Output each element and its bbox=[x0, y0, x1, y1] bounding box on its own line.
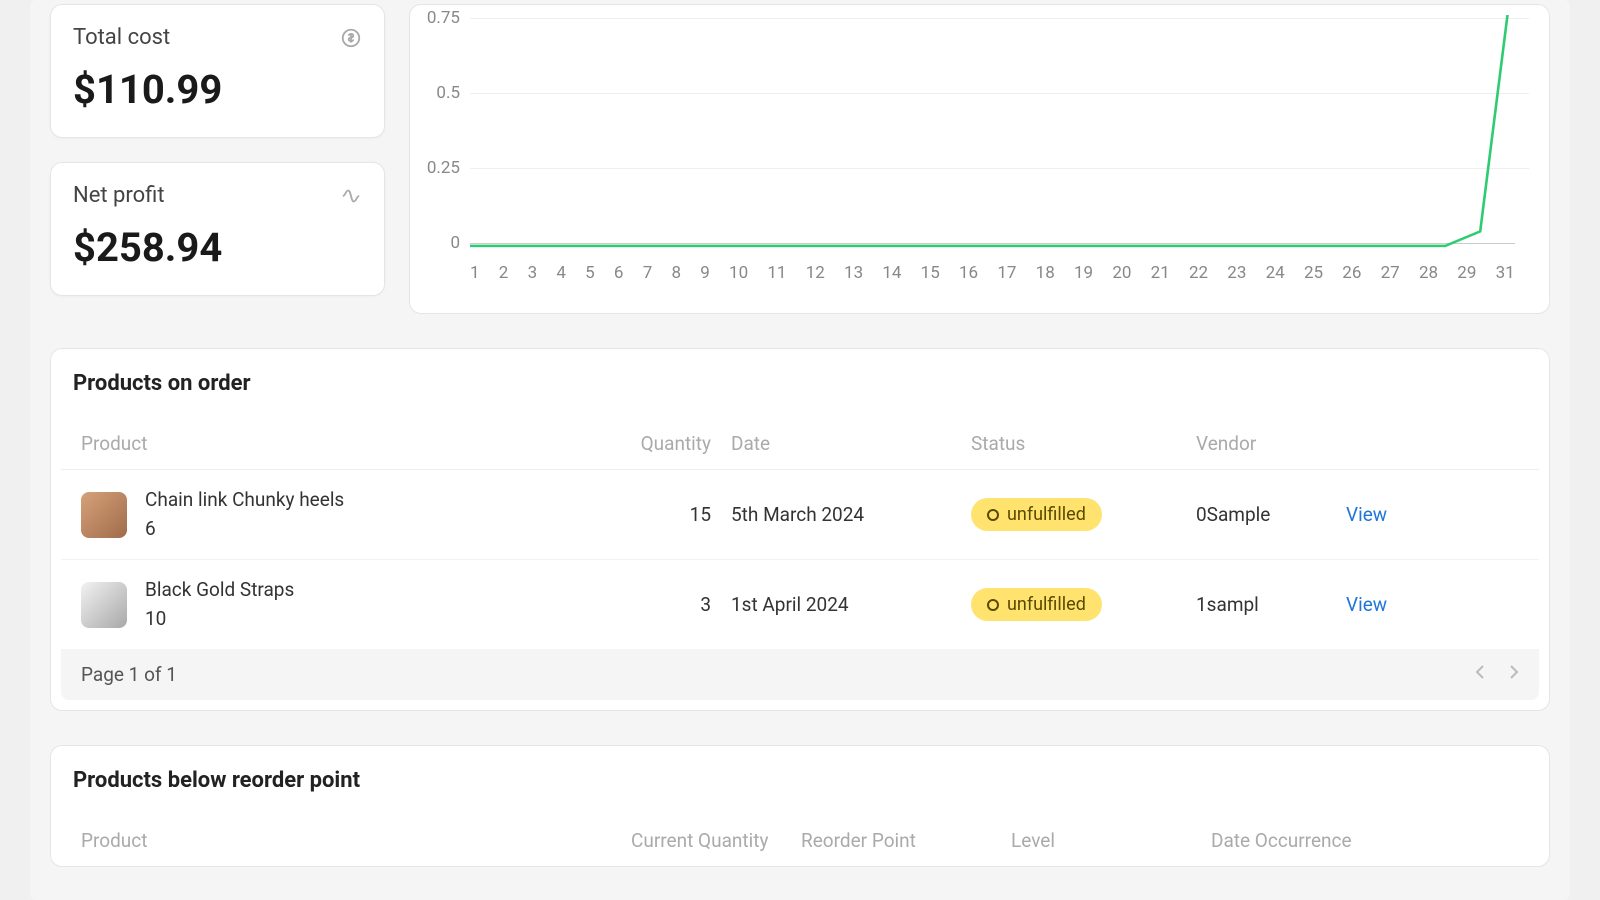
next-page-button[interactable] bbox=[1509, 664, 1519, 685]
table-header: Product Current Quantity Reorder Point L… bbox=[61, 815, 1539, 866]
chart-xtick: 27 bbox=[1381, 263, 1400, 283]
product-name: Chain link Chunky heels bbox=[145, 486, 344, 515]
products-below-reorder-table: Product Current Quantity Reorder Point L… bbox=[61, 815, 1539, 866]
col-product-header: Product bbox=[81, 432, 631, 455]
chart-xtick: 19 bbox=[1074, 263, 1093, 283]
products-below-reorder-panel: Products below reorder point Product Cur… bbox=[50, 745, 1550, 867]
col-action-header bbox=[1346, 432, 1426, 455]
page-indicator: Page 1 of 1 bbox=[81, 663, 177, 686]
status-badge: unfulfilled bbox=[971, 498, 1102, 531]
chart-xtick: 25 bbox=[1304, 263, 1323, 283]
chart-ytick: 0.25 bbox=[420, 158, 460, 178]
net-profit-value: $258.94 bbox=[73, 224, 362, 271]
status-text: unfulfilled bbox=[1007, 504, 1086, 525]
view-link[interactable]: View bbox=[1346, 593, 1387, 616]
status-dot-icon bbox=[987, 599, 999, 611]
table-footer: Page 1 of 1 bbox=[61, 649, 1539, 700]
col-product-header: Product bbox=[81, 829, 631, 852]
status-badge: unfulfilled bbox=[971, 588, 1102, 621]
product-vendor: 0Sample bbox=[1196, 503, 1346, 526]
product-date: 5th March 2024 bbox=[721, 503, 971, 526]
chart-xtick: 31 bbox=[1496, 263, 1515, 283]
col-reorder-point-header: Reorder Point bbox=[801, 829, 1011, 852]
product-quantity: 3 bbox=[631, 593, 721, 616]
net-profit-label: Net profit bbox=[73, 183, 165, 208]
chart-xtick: 17 bbox=[997, 263, 1016, 283]
chart-xtick: 29 bbox=[1457, 263, 1476, 283]
chart-xtick: 20 bbox=[1112, 263, 1131, 283]
pager bbox=[1475, 664, 1519, 685]
dollar-circle-icon bbox=[340, 27, 362, 49]
prev-page-button[interactable] bbox=[1475, 664, 1485, 685]
chart-xtick: 4 bbox=[556, 263, 566, 283]
chart-xtick: 16 bbox=[959, 263, 978, 283]
product-sub: 6 bbox=[145, 515, 344, 544]
chart-xtick: 10 bbox=[729, 263, 748, 283]
products-on-order-table: Product Quantity Date Status Vendor Chai… bbox=[61, 418, 1539, 649]
col-level-header: Level bbox=[1011, 829, 1211, 852]
chevron-left-icon bbox=[1475, 664, 1485, 680]
chart-xtick: 21 bbox=[1151, 263, 1170, 283]
products-on-order-panel: Products on order Product Quantity Date … bbox=[50, 348, 1550, 711]
status-text: unfulfilled bbox=[1007, 594, 1086, 615]
view-link[interactable]: View bbox=[1346, 503, 1387, 526]
chart-xtick: 15 bbox=[921, 263, 940, 283]
product-name: Black Gold Straps bbox=[145, 576, 294, 605]
total-cost-card: Total cost $110.99 bbox=[50, 4, 385, 138]
chart-xtick: 8 bbox=[671, 263, 681, 283]
col-current-quantity-header: Current Quantity bbox=[631, 829, 801, 852]
product-quantity: 15 bbox=[631, 503, 721, 526]
chart-xtick: 22 bbox=[1189, 263, 1208, 283]
chart-xtick: 9 bbox=[700, 263, 710, 283]
net-profit-card: Net profit $258.94 bbox=[50, 162, 385, 296]
wave-icon bbox=[340, 185, 362, 207]
chart-plot bbox=[470, 15, 1515, 253]
chart-ytick: 0.75 bbox=[420, 8, 460, 28]
chart-ytick: 0.5 bbox=[420, 83, 460, 103]
col-status-header: Status bbox=[971, 432, 1196, 455]
col-date-occurrence-header: Date Occurrence bbox=[1211, 829, 1519, 852]
col-quantity-header: Quantity bbox=[631, 432, 721, 455]
chart-xtick: 7 bbox=[643, 263, 653, 283]
product-sub: 10 bbox=[145, 605, 294, 634]
total-cost-label: Total cost bbox=[73, 25, 170, 50]
chart-xtick: 5 bbox=[585, 263, 595, 283]
chart-area: 0.75 0.5 0.25 0 123456789101112131415161… bbox=[420, 15, 1529, 293]
chart-xtick: 12 bbox=[806, 263, 825, 283]
total-cost-value: $110.99 bbox=[73, 66, 362, 113]
product-thumbnail bbox=[81, 492, 127, 538]
products-on-order-title: Products on order bbox=[51, 371, 1549, 418]
table-row: Chain link Chunky heels 6 15 5th March 2… bbox=[61, 470, 1539, 560]
col-vendor-header: Vendor bbox=[1196, 432, 1346, 455]
col-date-header: Date bbox=[721, 432, 971, 455]
chart-xtick: 3 bbox=[528, 263, 538, 283]
chart-xtick: 28 bbox=[1419, 263, 1438, 283]
chart-xtick: 14 bbox=[882, 263, 901, 283]
chart-xtick: 1 bbox=[470, 263, 480, 283]
product-date: 1st April 2024 bbox=[721, 593, 971, 616]
chevron-right-icon bbox=[1509, 664, 1519, 680]
chart-xtick: 23 bbox=[1227, 263, 1246, 283]
chart-xtick: 13 bbox=[844, 263, 863, 283]
chart-ytick: 0 bbox=[420, 233, 460, 253]
product-thumbnail bbox=[81, 582, 127, 628]
chart-xtick: 11 bbox=[767, 263, 786, 283]
table-header: Product Quantity Date Status Vendor bbox=[61, 418, 1539, 470]
chart-xtick: 6 bbox=[614, 263, 624, 283]
products-below-reorder-title: Products below reorder point bbox=[51, 768, 1549, 815]
chart-xtick: 2 bbox=[499, 263, 509, 283]
chart-xtick: 26 bbox=[1342, 263, 1361, 283]
product-vendor: 1sampl bbox=[1196, 593, 1346, 616]
chart-xtick: 18 bbox=[1036, 263, 1055, 283]
table-row: Black Gold Straps 10 3 1st April 2024 un… bbox=[61, 560, 1539, 649]
chart-card: 0.75 0.5 0.25 0 123456789101112131415161… bbox=[409, 4, 1550, 314]
chart-xtick: 24 bbox=[1266, 263, 1285, 283]
status-dot-icon bbox=[987, 509, 999, 521]
chart-x-axis: 1234567891011121314151617181920212223242… bbox=[470, 263, 1515, 283]
